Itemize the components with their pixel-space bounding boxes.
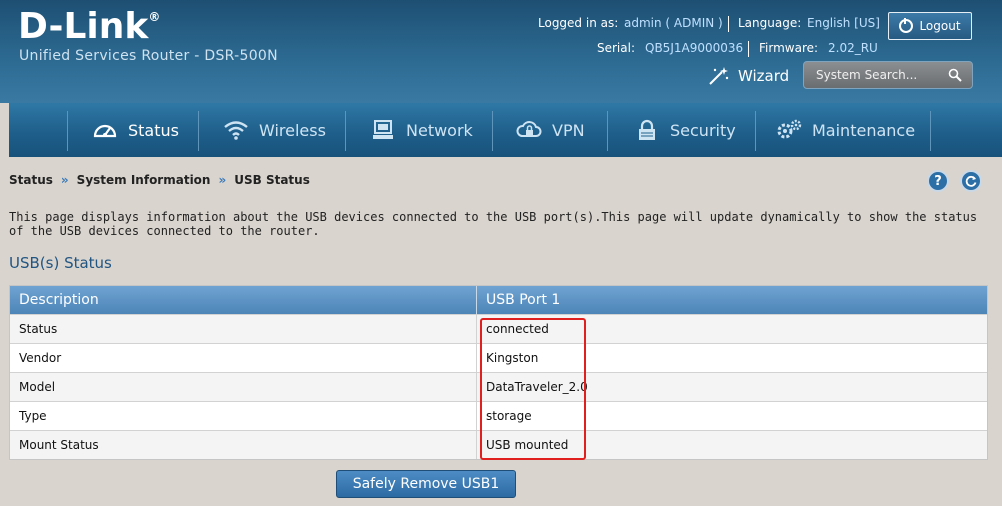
header-bar: D-Link® Unified Services Router - DSR-50… bbox=[0, 0, 1002, 103]
wizard-link[interactable]: Wizard bbox=[706, 66, 789, 86]
nav-divider bbox=[607, 111, 608, 151]
nav-item-network[interactable]: Network bbox=[370, 103, 473, 157]
lock-icon bbox=[639, 119, 655, 140]
serial-label: Serial: bbox=[597, 41, 635, 55]
column-header-description: Description bbox=[10, 286, 477, 314]
logged-in-user: admin ( ADMIN ) bbox=[624, 16, 723, 30]
safely-remove-usb-button[interactable]: Safely Remove USB1 bbox=[336, 470, 516, 498]
firmware-label: Firmware: bbox=[759, 41, 819, 55]
dlink-logo: D-Link® bbox=[18, 6, 160, 47]
refresh-button[interactable] bbox=[960, 170, 982, 192]
nav-item-status[interactable]: Status bbox=[92, 103, 179, 157]
firmware-value: 2.02_RU bbox=[828, 41, 878, 55]
nav-label: Maintenance bbox=[812, 120, 916, 140]
column-header-usb-port-1: USB Port 1 bbox=[486, 292, 561, 308]
row-value: USB mounted bbox=[486, 438, 569, 452]
row-value: DataTraveler_2.0 bbox=[486, 380, 588, 394]
breadcrumb: Status » System Information » USB Status bbox=[9, 173, 310, 187]
magic-wand-icon bbox=[709, 67, 729, 85]
wizard-label: Wizard bbox=[738, 67, 790, 85]
nav-item-security[interactable]: Security bbox=[634, 103, 736, 157]
refresh-icon bbox=[965, 175, 977, 187]
nav-divider bbox=[67, 111, 68, 151]
nav-label: Security bbox=[670, 120, 736, 140]
help-icon: ? bbox=[934, 173, 942, 189]
nav-divider bbox=[345, 111, 346, 151]
row-value: storage bbox=[486, 409, 532, 423]
row-label: Type bbox=[10, 402, 477, 430]
nav-label: VPN bbox=[552, 120, 585, 140]
breadcrumb-separator: » bbox=[60, 173, 69, 187]
product-name: Unified Services Router - DSR-500N bbox=[19, 48, 278, 64]
header-divider bbox=[748, 41, 749, 57]
nav-divider bbox=[198, 111, 199, 151]
breadcrumb-usb-status: USB Status bbox=[234, 173, 310, 187]
cloud-lock-icon bbox=[516, 121, 542, 137]
row-label: Model bbox=[10, 373, 477, 401]
breadcrumb-separator: » bbox=[218, 173, 227, 187]
row-label: Vendor bbox=[10, 344, 477, 372]
nav-label: Network bbox=[406, 120, 473, 140]
table-row: Status connected bbox=[10, 314, 987, 343]
breadcrumb-system-information[interactable]: System Information bbox=[77, 173, 211, 187]
system-search[interactable] bbox=[803, 61, 973, 89]
computer-icon bbox=[373, 120, 393, 139]
row-label: Status bbox=[10, 315, 477, 343]
table-row: Mount Status USB mounted bbox=[10, 430, 987, 459]
power-icon bbox=[899, 18, 914, 33]
nav-divider bbox=[930, 111, 931, 151]
nav-divider bbox=[755, 111, 756, 151]
brand-mark: ® bbox=[148, 10, 161, 24]
logged-in-label: Logged in as: bbox=[538, 16, 619, 30]
breadcrumb-status[interactable]: Status bbox=[9, 173, 53, 187]
brand-text: D-Link bbox=[18, 6, 149, 47]
table-row: Vendor Kingston bbox=[10, 343, 987, 372]
table-row: Model DataTraveler_2.0 bbox=[10, 372, 987, 401]
gears-icon bbox=[777, 119, 802, 139]
row-value: Kingston bbox=[486, 351, 539, 365]
page-description: This page displays information about the… bbox=[9, 210, 978, 238]
nav-divider bbox=[492, 111, 493, 151]
nav-item-maintenance[interactable]: Maintenance bbox=[776, 103, 915, 157]
language-label: Language: bbox=[738, 16, 802, 30]
nav-label: Status bbox=[128, 120, 179, 140]
logout-label: Logout bbox=[919, 19, 961, 33]
table-row: Type storage bbox=[10, 401, 987, 430]
gauge-icon bbox=[93, 124, 117, 138]
logout-button[interactable]: Logout bbox=[888, 12, 972, 40]
section-title: USB(s) Status bbox=[9, 254, 112, 272]
main-nav: Status Wireless Network VPN Security Mai… bbox=[9, 103, 1002, 157]
search-input[interactable] bbox=[814, 67, 938, 83]
header-divider bbox=[728, 16, 729, 32]
nav-item-wireless[interactable]: Wireless bbox=[223, 103, 326, 157]
row-value: connected bbox=[486, 322, 549, 336]
table-header: Description USB Port 1 bbox=[10, 286, 987, 314]
help-button[interactable]: ? bbox=[927, 170, 949, 192]
usb-status-table: Description USB Port 1 Status connected … bbox=[9, 285, 988, 460]
nav-label: Wireless bbox=[259, 120, 326, 140]
serial-value: QB5J1A9000036 bbox=[645, 41, 744, 55]
search-icon[interactable] bbox=[948, 68, 962, 82]
nav-item-vpn[interactable]: VPN bbox=[516, 103, 585, 157]
language-selector[interactable]: English [US] bbox=[807, 16, 880, 30]
wifi-icon bbox=[224, 121, 248, 140]
row-label: Mount Status bbox=[10, 431, 477, 459]
